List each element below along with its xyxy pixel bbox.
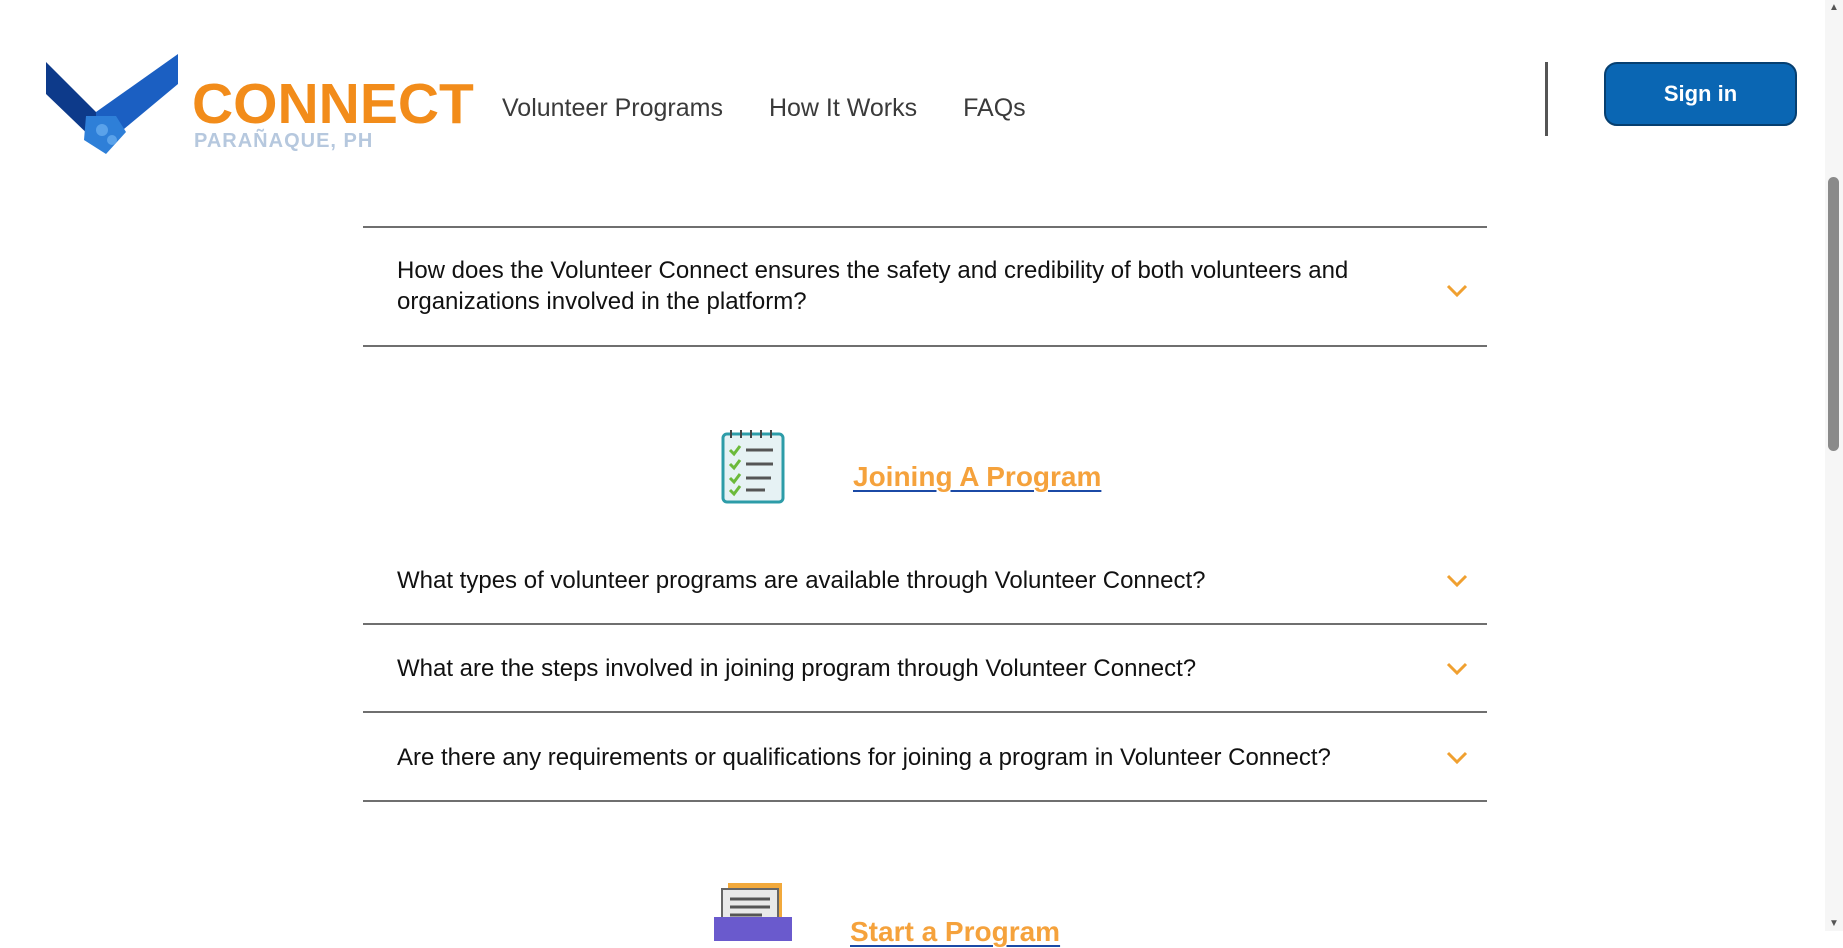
checklist-icon xyxy=(721,430,785,504)
faq-divider xyxy=(363,623,1487,625)
folder-icon xyxy=(714,883,792,941)
start-a-program-link[interactable]: Start a Program xyxy=(850,916,1060,948)
nav-how-it-works[interactable]: How It Works xyxy=(769,94,917,123)
faq-question-safety[interactable]: How does the Volunteer Connect ensures t… xyxy=(363,255,1487,345)
joining-a-program-link[interactable]: Joining A Program xyxy=(853,461,1101,493)
faq-question-text: What are the steps involved in joining p… xyxy=(397,655,1197,682)
faq-question-text: How does the Volunteer Connect ensures t… xyxy=(397,257,1349,315)
chevron-down-icon[interactable] xyxy=(1444,567,1470,593)
faq-question-steps[interactable]: What are the steps involved in joining p… xyxy=(363,653,1487,713)
handshake-logo-icon xyxy=(46,54,178,154)
faq-question-text: Are there any requirements or qualificat… xyxy=(397,744,1331,771)
sign-in-button[interactable]: Sign in xyxy=(1604,62,1797,126)
page-scrollbar[interactable]: ▲ ▼ xyxy=(1825,0,1843,931)
scrollbar-thumb[interactable] xyxy=(1828,177,1839,451)
site-header: CONNECT PARAÑAQUE, PH Volunteer Programs… xyxy=(0,0,1825,160)
site-logo[interactable]: CONNECT PARAÑAQUE, PH xyxy=(46,52,474,167)
chevron-down-icon[interactable] xyxy=(1444,277,1470,303)
nav-faqs[interactable]: FAQs xyxy=(963,94,1026,123)
scroll-down-icon[interactable]: ▼ xyxy=(1829,918,1839,929)
main-nav: Volunteer Programs How It Works FAQs xyxy=(502,94,1026,123)
scroll-up-icon[interactable]: ▲ xyxy=(1829,2,1839,13)
chevron-down-icon[interactable] xyxy=(1444,655,1470,681)
faq-question-requirements[interactable]: Are there any requirements or qualificat… xyxy=(363,742,1487,802)
header-divider xyxy=(1545,62,1548,136)
section-start-header: Start a Program xyxy=(714,874,1060,948)
faq-divider xyxy=(363,711,1487,713)
chevron-down-icon[interactable] xyxy=(1444,744,1470,770)
faq-question-types[interactable]: What types of volunteer programs are ava… xyxy=(363,565,1487,625)
logo-wordmark: CONNECT xyxy=(192,72,474,136)
faq-divider xyxy=(363,226,1487,228)
section-joining-header: Joining A Program xyxy=(721,428,1101,504)
nav-volunteer-programs[interactable]: Volunteer Programs xyxy=(502,94,723,123)
faq-question-text: What types of volunteer programs are ava… xyxy=(397,567,1206,594)
logo-location: PARAÑAQUE, PH xyxy=(194,130,374,152)
faq-divider xyxy=(363,345,1487,347)
faq-divider xyxy=(363,800,1487,802)
